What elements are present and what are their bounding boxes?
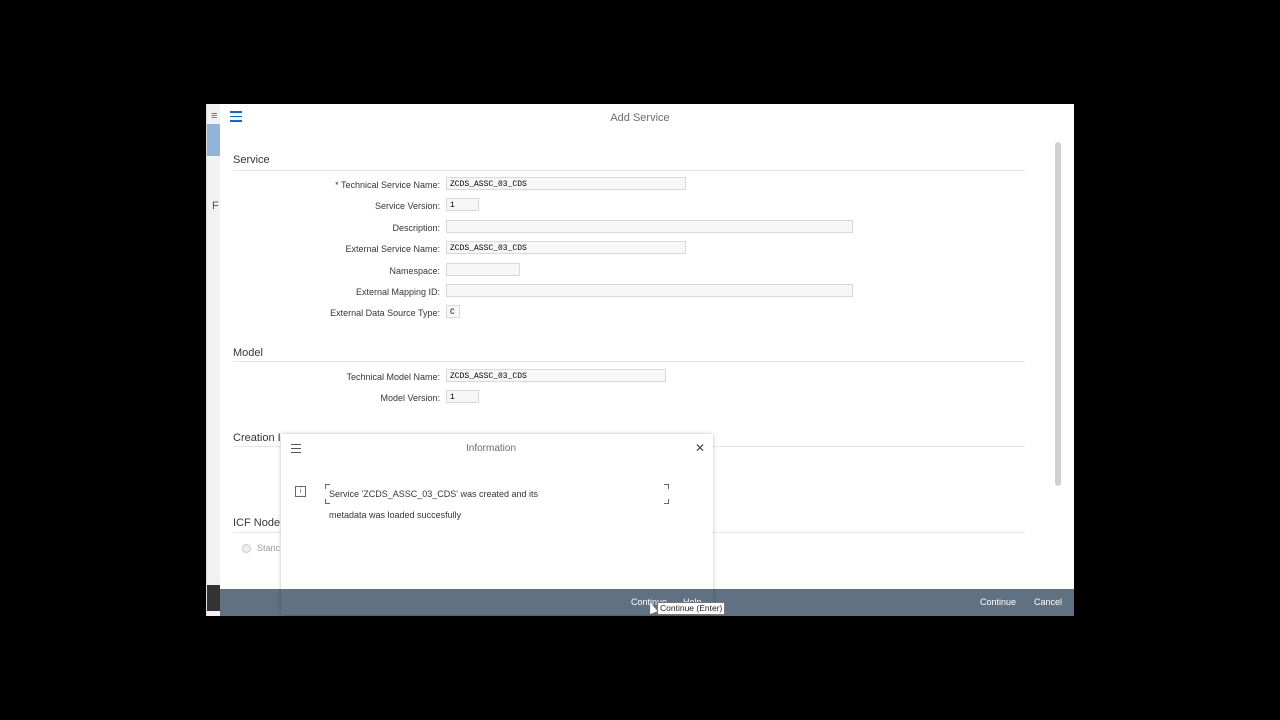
continue-tooltip: Continue (Enter) (657, 602, 726, 615)
background-menu-icon: ≡ (211, 110, 218, 122)
standard-radio[interactable] (242, 544, 251, 553)
technical-model-name-field[interactable]: ZCDS_ASSC_03_CDS (446, 369, 666, 382)
model-section-title: Model (233, 347, 263, 359)
external-data-source-type-field[interactable]: C (446, 305, 460, 318)
info-icon: i (295, 486, 306, 497)
external-service-name-label: External Service Name: (345, 244, 440, 254)
vertical-scrollbar[interactable] (1055, 142, 1061, 486)
info-dialog-title: Information (465, 443, 517, 454)
external-mapping-id-field[interactable] (446, 284, 853, 297)
info-message-line1: Service 'ZCDS_ASSC_03_CDS' was created a… (329, 489, 539, 499)
technical-model-name-label: Technical Model Name: (346, 372, 440, 382)
section-divider (233, 361, 1025, 362)
namespace-field[interactable] (446, 263, 520, 276)
namespace-label: Namespace: (389, 266, 440, 276)
service-section-title: Service (233, 154, 270, 166)
dialog-header: Add Service (220, 104, 1074, 132)
technical-service-name-label: * Technical Service Name: (335, 180, 440, 190)
focus-corner (325, 499, 330, 504)
focus-corner (664, 484, 669, 489)
close-icon[interactable]: ✕ (695, 441, 705, 455)
description-label: Description: (392, 223, 440, 233)
creation-section-title: Creation I (233, 432, 281, 444)
description-field[interactable] (446, 220, 853, 233)
model-version-label: Model Version: (380, 393, 440, 403)
technical-service-name-field[interactable]: ZCDS_ASSC_03_CDS (446, 177, 686, 190)
external-data-source-type-label: External Data Source Type: (330, 308, 440, 318)
model-version-field[interactable]: 1 (446, 390, 479, 403)
information-dialog: Information ✕ i Service 'ZCDS_ASSC_03_CD… (281, 434, 713, 615)
info-message-line2: metadata was loaded succesfully (329, 510, 462, 520)
section-divider (233, 170, 1025, 171)
background-footer-strip (207, 585, 220, 611)
external-mapping-id-label: External Mapping ID: (355, 287, 440, 297)
focus-corner (664, 499, 669, 504)
service-version-field[interactable]: 1 (446, 198, 479, 211)
cancel-button[interactable]: Cancel (1034, 597, 1062, 607)
icf-node-section-title: ICF Node (233, 517, 281, 529)
standard-radio-label: Stanc (257, 543, 281, 553)
background-label: F (212, 200, 219, 212)
continue-button[interactable]: Continue (980, 597, 1016, 607)
background-selected-strip (207, 124, 220, 156)
dialog-title: Add Service (610, 112, 670, 124)
service-version-label: Service Version: (374, 201, 440, 211)
external-service-name-field[interactable]: ZCDS_ASSC_03_CDS (446, 241, 686, 254)
